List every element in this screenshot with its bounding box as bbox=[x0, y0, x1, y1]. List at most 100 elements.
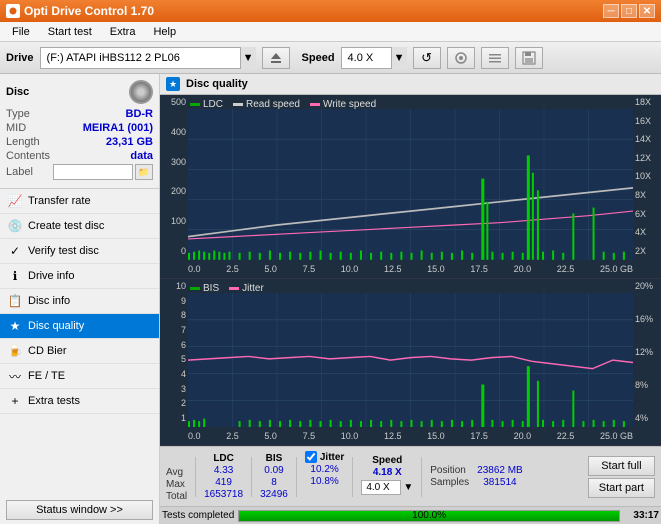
mid-label: MID bbox=[6, 122, 26, 134]
sidebar-item-label: Extra tests bbox=[28, 395, 80, 407]
sidebar-item-label: Verify test disc bbox=[28, 245, 99, 257]
stats-col-ldc: LDC 4.33 419 1653718 bbox=[204, 453, 243, 500]
time-display: 33:17 bbox=[624, 510, 659, 521]
speed-select-text: 4.0 X bbox=[341, 47, 391, 69]
jitter-header: Jitter bbox=[320, 452, 344, 463]
menubar: File Start test Extra Help bbox=[0, 22, 661, 42]
chart1-x-axis: 0.02.55.07.510.012.515.017.520.022.525.0… bbox=[188, 260, 633, 278]
disc-title: Disc bbox=[6, 86, 29, 98]
menu-help[interactable]: Help bbox=[145, 25, 184, 39]
menu-file[interactable]: File bbox=[4, 25, 38, 39]
refresh-button[interactable]: ↺ bbox=[413, 47, 441, 69]
jitter-avg: 10.2% bbox=[305, 464, 344, 475]
save-button[interactable] bbox=[515, 47, 543, 69]
bis-total: 32496 bbox=[260, 489, 288, 500]
sidebar-item-disc-info[interactable]: 📋 Disc info bbox=[0, 289, 159, 314]
legend-bis: BIS bbox=[203, 283, 219, 294]
drive-dropdown-arrow[interactable]: ▼ bbox=[240, 47, 256, 69]
avg-label: Avg bbox=[166, 467, 187, 478]
start-part-btn[interactable]: Start part bbox=[588, 478, 655, 498]
sidebar-item-label: Drive info bbox=[28, 270, 74, 282]
sidebar-item-label: FE / TE bbox=[28, 370, 65, 382]
label-label: Label bbox=[6, 166, 33, 178]
content-header: ★ Disc quality bbox=[160, 74, 661, 95]
jitter-checkbox[interactable] bbox=[305, 451, 317, 463]
speed-selector[interactable]: 4.0 X ▼ bbox=[341, 47, 407, 69]
chart1-legend: LDC Read speed Write speed bbox=[190, 99, 376, 110]
drive-info-icon: ℹ bbox=[8, 269, 22, 283]
mid-value: MEIRA1 (001) bbox=[83, 122, 153, 134]
sidebar-item-label: Create test disc bbox=[28, 220, 104, 232]
label-input[interactable] bbox=[53, 164, 133, 180]
length-label: Length bbox=[6, 136, 40, 148]
settings-button1[interactable] bbox=[447, 47, 475, 69]
progress-bar-container: Tests completed 100.0% 33:17 bbox=[160, 506, 661, 524]
sidebar-item-label: CD Bier bbox=[28, 345, 67, 357]
fe-te-icon: 〰 bbox=[8, 369, 22, 383]
bis-max: 8 bbox=[260, 477, 288, 488]
ldc-total: 1653718 bbox=[204, 489, 243, 500]
sidebar-item-verify-test-disc[interactable]: ✓ Verify test disc bbox=[0, 239, 159, 264]
speed-label: Speed bbox=[302, 52, 335, 64]
sidebar-item-fe-te[interactable]: 〰 FE / TE bbox=[0, 364, 159, 389]
sidebar-item-cd-bier[interactable]: 🍺 CD Bier bbox=[0, 339, 159, 364]
ldc-max: 419 bbox=[204, 477, 243, 488]
stats-col-position: Position Samples bbox=[430, 450, 469, 503]
status-window-btn[interactable]: Status window >> bbox=[6, 500, 153, 520]
toolbar: Drive (F:) ATAPI iHBS112 2 PL06 ▼ Speed … bbox=[0, 42, 661, 74]
transfer-rate-icon: 📈 bbox=[8, 194, 22, 208]
eject-button[interactable] bbox=[262, 47, 290, 69]
settings-button2[interactable] bbox=[481, 47, 509, 69]
drive-selector[interactable]: (F:) ATAPI iHBS112 2 PL06 ▼ bbox=[40, 47, 256, 69]
menu-extra[interactable]: Extra bbox=[102, 25, 144, 39]
legend-jitter: Jitter bbox=[242, 283, 264, 294]
disc-panel: Disc Type BD-R MID MEIRA1 (001) Length 2… bbox=[0, 74, 159, 189]
legend-ldc: LDC bbox=[203, 99, 223, 110]
legend-read-speed: Read speed bbox=[246, 99, 300, 110]
content-title: Disc quality bbox=[186, 78, 248, 90]
speed-dropdown-arrow[interactable]: ▼ bbox=[391, 47, 407, 69]
sidebar-item-extra-tests[interactable]: + Extra tests bbox=[0, 389, 159, 414]
app-title: Opti Drive Control 1.70 bbox=[24, 4, 154, 18]
verify-test-disc-icon: ✓ bbox=[8, 244, 22, 258]
bis-avg: 0.09 bbox=[260, 465, 288, 476]
disc-quality-icon: ★ bbox=[8, 319, 22, 333]
sidebar-item-label: Disc quality bbox=[28, 320, 84, 332]
type-value: BD-R bbox=[126, 108, 154, 120]
menu-start-test[interactable]: Start test bbox=[40, 25, 100, 39]
minimize-btn[interactable]: ─ bbox=[603, 4, 619, 18]
max-label: Max bbox=[166, 479, 187, 490]
chart2: BIS Jitter 10987654321 20%16%12%8%4% bbox=[160, 279, 661, 446]
chart2-svg bbox=[188, 293, 633, 427]
stats-col-labels: Avg Max Total bbox=[166, 452, 187, 502]
chart1-y-right: 18X16X14X12X10X8X6X4X2X bbox=[633, 95, 661, 258]
maximize-btn[interactable]: □ bbox=[621, 4, 637, 18]
samples-label: Samples bbox=[430, 477, 469, 488]
chart1-y-left: 5004003002001000 bbox=[160, 95, 188, 258]
speed-stat-select[interactable]: 4.0 X bbox=[361, 480, 401, 495]
start-full-btn[interactable]: Start full bbox=[588, 456, 655, 476]
ldc-avg: 4.33 bbox=[204, 465, 243, 476]
stats-col-bis: BIS 0.09 8 32496 bbox=[260, 453, 288, 500]
disc-visual bbox=[129, 80, 153, 104]
sidebar-item-disc-quality[interactable]: ★ Disc quality bbox=[0, 314, 159, 339]
ldc-header: LDC bbox=[204, 453, 243, 464]
start-buttons: Start full Start part bbox=[588, 456, 655, 498]
sidebar-item-drive-info[interactable]: ℹ Drive info bbox=[0, 264, 159, 289]
cd-bier-icon: 🍺 bbox=[8, 344, 22, 358]
legend-write-speed: Write speed bbox=[323, 99, 376, 110]
label-browse-btn[interactable]: 📁 bbox=[135, 164, 153, 180]
extra-tests-icon: + bbox=[8, 394, 22, 408]
drive-label: Drive bbox=[6, 52, 34, 64]
sidebar-item-transfer-rate[interactable]: 📈 Transfer rate bbox=[0, 189, 159, 214]
progress-label: 100.0% bbox=[239, 511, 619, 521]
chart1: LDC Read speed Write speed 5004003002001… bbox=[160, 95, 661, 279]
status-text: Tests completed bbox=[162, 510, 234, 521]
close-btn[interactable]: ✕ bbox=[639, 4, 655, 18]
create-test-disc-icon: 💿 bbox=[8, 219, 22, 233]
sidebar-item-create-test-disc[interactable]: 💿 Create test disc bbox=[0, 214, 159, 239]
drive-select-text: (F:) ATAPI iHBS112 2 PL06 bbox=[40, 47, 240, 69]
bis-header: BIS bbox=[260, 453, 288, 464]
progress-track: 100.0% bbox=[238, 510, 620, 522]
speed-stat-value: 4.18 X bbox=[361, 467, 413, 478]
